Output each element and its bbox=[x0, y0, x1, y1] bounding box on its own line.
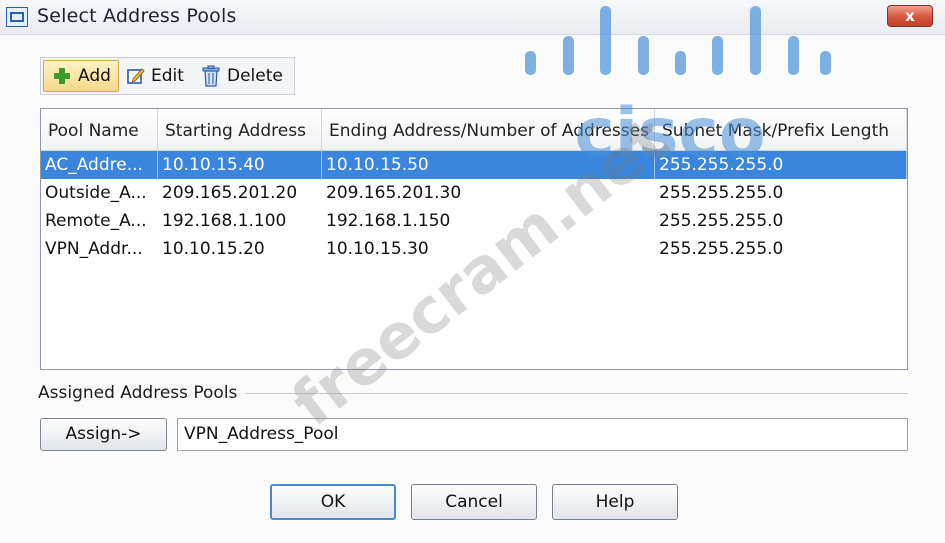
cell-pool-name: Remote_A... bbox=[45, 211, 147, 231]
title-bar: Select Address Pools x bbox=[0, 0, 945, 35]
edit-icon bbox=[127, 68, 145, 84]
table-row[interactable]: Outside_A... 209.165.201.20 209.165.201.… bbox=[41, 179, 907, 207]
edit-button[interactable]: Edit bbox=[123, 60, 196, 92]
window-title: Select Address Pools bbox=[37, 5, 237, 27]
add-button[interactable]: Add bbox=[43, 60, 119, 92]
column-header-starting-address[interactable]: Starting Address bbox=[158, 109, 322, 150]
section-divider bbox=[245, 393, 908, 394]
trash-icon bbox=[202, 65, 220, 87]
table-row[interactable]: VPN_Addr... 10.10.15.20 10.10.15.30 255.… bbox=[41, 235, 907, 263]
cell-starting-address: 209.165.201.20 bbox=[162, 183, 298, 203]
cell-subnet-mask: 255.255.255.0 bbox=[659, 239, 784, 259]
column-header-pool-name[interactable]: Pool Name bbox=[41, 109, 158, 150]
cell-pool-name: AC_Addre... bbox=[41, 151, 158, 179]
column-header-ending-address[interactable]: Ending Address/Number of Addresses bbox=[322, 109, 655, 150]
cell-starting-address: 10.10.15.40 bbox=[158, 151, 322, 179]
cell-ending-address: 192.168.1.150 bbox=[326, 211, 451, 231]
cell-ending-address: 10.10.15.30 bbox=[326, 239, 429, 259]
cell-subnet-mask: 255.255.255.0 bbox=[655, 151, 907, 179]
cancel-button[interactable]: Cancel bbox=[411, 484, 537, 520]
table-header: Pool Name Starting Address Ending Addres… bbox=[41, 109, 907, 151]
plus-icon bbox=[53, 67, 71, 85]
app-icon bbox=[6, 7, 28, 27]
edit-label: Edit bbox=[151, 66, 184, 86]
cell-ending-address: 10.10.15.50 bbox=[322, 151, 655, 179]
cell-starting-address: 10.10.15.20 bbox=[162, 239, 265, 259]
toolbar: Add Edit Delete bbox=[40, 57, 295, 95]
close-button[interactable]: x bbox=[887, 5, 933, 27]
table-row[interactable]: Remote_A... 192.168.1.100 192.168.1.150 … bbox=[41, 207, 907, 235]
column-header-subnet-mask[interactable]: Subnet Mask/Prefix Length bbox=[655, 109, 907, 150]
cell-starting-address: 192.168.1.100 bbox=[162, 211, 287, 231]
help-button[interactable]: Help bbox=[552, 484, 678, 520]
delete-button[interactable]: Delete bbox=[197, 60, 294, 92]
add-label: Add bbox=[78, 66, 111, 86]
delete-label: Delete bbox=[227, 66, 283, 86]
table-row[interactable]: AC_Addre... 10.10.15.40 10.10.15.50 255.… bbox=[41, 151, 907, 179]
cell-subnet-mask: 255.255.255.0 bbox=[659, 183, 784, 203]
ok-button[interactable]: OK bbox=[270, 484, 396, 520]
cell-pool-name: VPN_Addr... bbox=[45, 239, 143, 259]
close-icon: x bbox=[905, 7, 915, 25]
address-pools-table[interactable]: Pool Name Starting Address Ending Addres… bbox=[40, 108, 908, 370]
cell-subnet-mask: 255.255.255.0 bbox=[659, 211, 784, 231]
cell-ending-address: 209.165.201.30 bbox=[326, 183, 462, 203]
assigned-pools-label: Assigned Address Pools bbox=[38, 383, 238, 403]
cell-pool-name: Outside_A... bbox=[45, 183, 147, 203]
assigned-pools-field[interactable]: VPN_Address_Pool bbox=[177, 418, 908, 451]
assign-button[interactable]: Assign-> bbox=[40, 418, 167, 451]
